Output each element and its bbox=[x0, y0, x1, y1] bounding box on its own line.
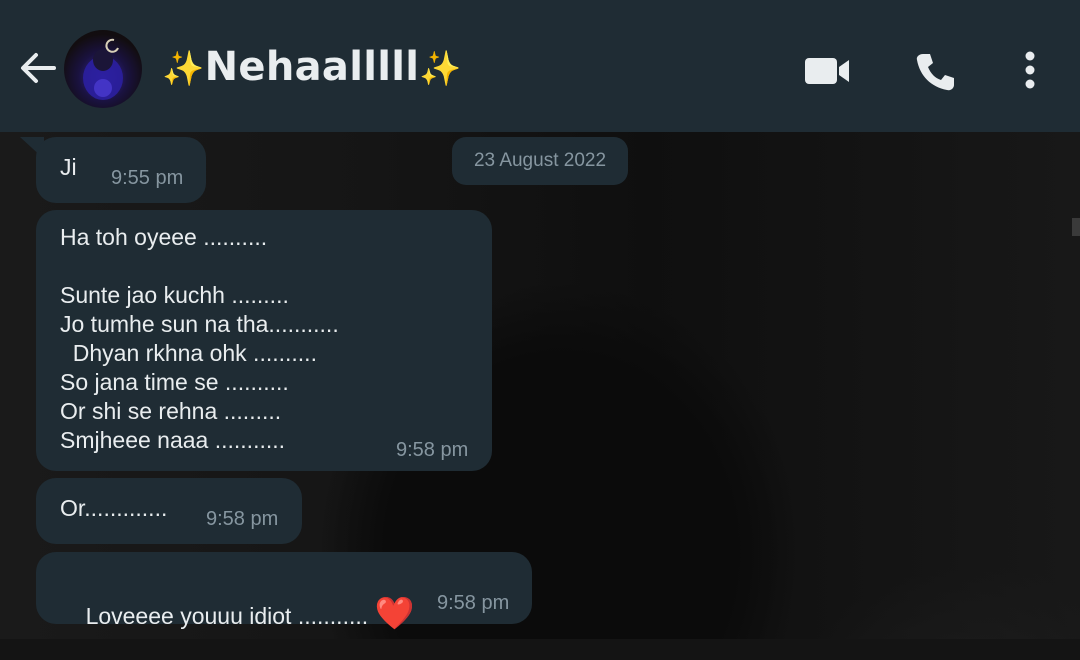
video-call-icon[interactable] bbox=[803, 54, 851, 88]
contact-name-text: Nehaalllll bbox=[204, 44, 420, 90]
message-time: 9:58 pm bbox=[206, 508, 279, 530]
message-bubble[interactable]: Ha toh oyeee .......... Sunte jao kuchh … bbox=[36, 210, 492, 471]
avatar-image bbox=[83, 38, 123, 100]
heart-emoji-icon: ❤️ bbox=[374, 595, 415, 631]
message-bubble[interactable]: Loveeee youuu idiot ........... ❤️ 9:58 … bbox=[36, 552, 532, 629]
back-arrow-icon[interactable] bbox=[18, 48, 58, 88]
message-text: Ji bbox=[60, 154, 77, 180]
message-bubble[interactable]: Ji 9:55 pm bbox=[36, 137, 206, 203]
phone-icon[interactable] bbox=[913, 50, 957, 94]
message-time: 9:58 pm bbox=[437, 592, 510, 614]
message-text: Ha toh oyeee .......... Sunte jao kuchh … bbox=[60, 224, 339, 453]
contact-name[interactable]: ✨Nehaalllll✨ bbox=[162, 44, 462, 90]
more-options-icon[interactable] bbox=[1018, 48, 1042, 92]
message-text: Loveeee youuu idiot ........... ❤️ bbox=[60, 570, 415, 660]
avatar[interactable] bbox=[64, 30, 142, 108]
chat-header: ✨Nehaalllll✨ bbox=[0, 0, 1080, 132]
message-bubble[interactable]: Or............. 9:58 pm bbox=[36, 478, 302, 544]
message-text-content: Loveeee youuu idiot ........... bbox=[85, 603, 369, 629]
message-time: 9:58 pm bbox=[396, 439, 469, 461]
scrollbar[interactable] bbox=[1072, 218, 1080, 236]
message-time: 9:55 pm bbox=[111, 167, 184, 189]
date-chip: 23 August 2022 bbox=[452, 137, 628, 185]
message-text: Or............. bbox=[60, 495, 168, 521]
sparkles-icon: ✨ bbox=[162, 49, 205, 89]
sparkles-icon: ✨ bbox=[419, 49, 462, 89]
